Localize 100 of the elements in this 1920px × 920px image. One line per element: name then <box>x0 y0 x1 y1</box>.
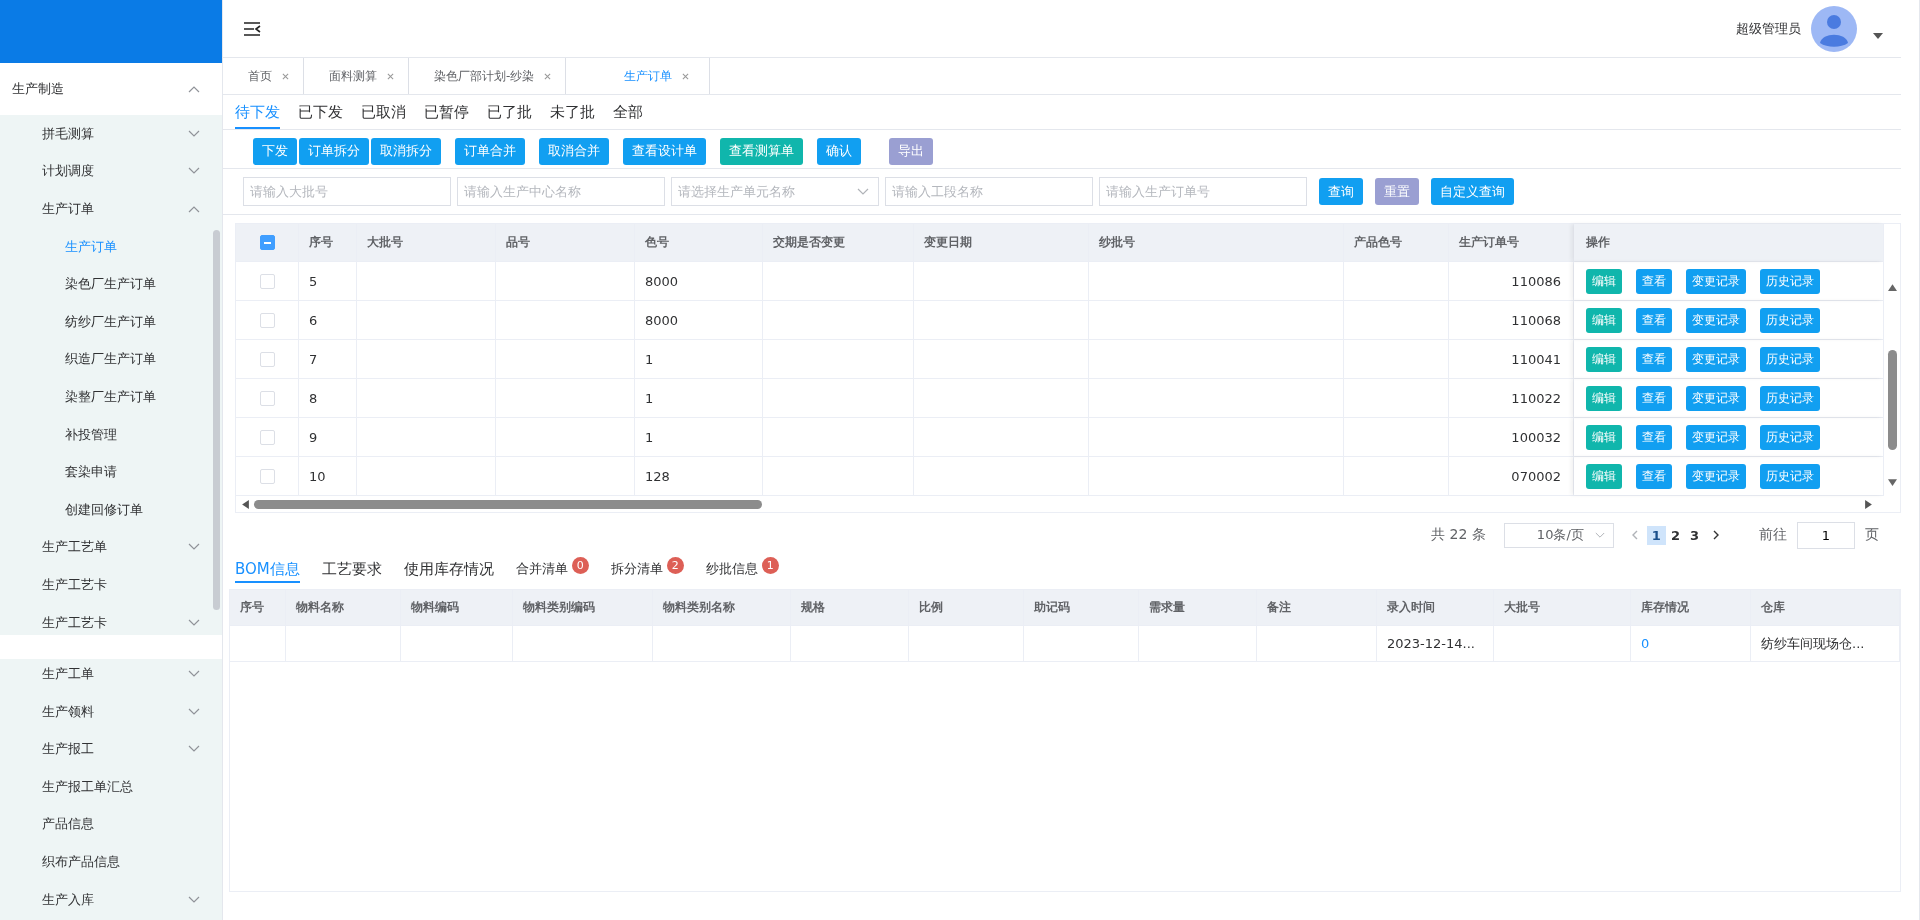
sidebar-item[interactable]: 织造厂生产订单 <box>0 340 222 379</box>
row-action-button[interactable]: 历史记录 <box>1760 385 1820 411</box>
input-field[interactable]: 请输入工段名称 <box>885 177 1093 206</box>
sidebar-item[interactable]: 纺纱厂生产订单 <box>0 302 222 341</box>
row-action-button[interactable]: 历史记录 <box>1760 268 1820 294</box>
sidebar-item[interactable]: 织布产品信息 <box>0 843 222 881</box>
row-checkbox[interactable] <box>259 468 275 484</box>
scroll-right-icon[interactable] <box>1865 499 1872 509</box>
sidebar-item[interactable]: 生产工艺卡 <box>0 603 222 642</box>
sidebar-item[interactable]: 创建回修订单 <box>0 490 222 529</box>
menu-icon[interactable] <box>243 21 261 36</box>
status-tab[interactable]: 已下发 <box>298 103 343 129</box>
filter-button[interactable]: 查询 <box>1319 178 1363 205</box>
page-number[interactable]: 2 <box>1665 525 1685 545</box>
row-action-button[interactable]: 查看 <box>1636 424 1672 450</box>
row-action-button[interactable]: 变更记录 <box>1686 268 1746 294</box>
filter-button[interactable]: 重置 <box>1375 178 1419 205</box>
row-checkbox[interactable] <box>259 429 275 445</box>
select-all-checkbox[interactable] <box>259 235 275 250</box>
close-icon[interactable] <box>282 72 289 80</box>
toolbar-button[interactable]: 查看设计单 <box>623 137 706 165</box>
close-icon[interactable] <box>544 72 552 80</box>
input-field[interactable]: 请输入大批号 <box>243 177 451 206</box>
row-action-button[interactable]: 变更记录 <box>1686 463 1746 489</box>
toolbar-button[interactable]: 导出 <box>889 137 933 165</box>
row-checkbox[interactable] <box>259 312 275 328</box>
status-tab[interactable]: 已取消 <box>361 103 406 129</box>
status-tab[interactable]: 待下发 <box>235 103 280 129</box>
scroll-down-icon[interactable] <box>1887 479 1897 486</box>
row-checkbox[interactable] <box>259 273 275 289</box>
scroll-up-icon[interactable] <box>1887 284 1897 291</box>
sidebar-item[interactable]: 生产报工 <box>0 730 222 769</box>
row-action-button[interactable]: 历史记录 <box>1760 424 1820 450</box>
row-action-button[interactable]: 编辑 <box>1586 307 1622 333</box>
scroll-left-icon[interactable] <box>242 499 249 509</box>
row-action-button[interactable]: 查看 <box>1636 307 1672 333</box>
detail-tab[interactable]: BOM信息 <box>235 559 300 583</box>
toolbar-button[interactable]: 取消合并 <box>539 137 609 165</box>
sidebar-item[interactable]: 染色厂生产订单 <box>0 265 222 303</box>
page-number[interactable]: 1 <box>1646 525 1666 545</box>
sidebar-item[interactable]: 生产工单 <box>0 655 222 693</box>
page-tab[interactable]: 生产订单 <box>566 58 711 94</box>
toolbar-button[interactable]: 查看测算单 <box>720 137 803 165</box>
page-tab[interactable]: 染色厂部计划-纱染 <box>409 58 567 94</box>
select-field[interactable]: 请选择生产单元名称 <box>671 177 879 206</box>
row-action-button[interactable]: 变更记录 <box>1686 307 1746 333</box>
avatar-icon[interactable] <box>1811 5 1857 52</box>
chevron-icon[interactable] <box>1594 531 1605 539</box>
sidebar-item[interactable]: 生产报工单汇总 <box>0 768 222 806</box>
toolbar-button[interactable]: 下发 <box>253 137 297 165</box>
toolbar-button[interactable]: 订单合并 <box>455 137 525 165</box>
row-action-button[interactable]: 查看 <box>1636 268 1672 294</box>
sidebar-item[interactable]: 生产订单 <box>0 190 222 228</box>
row-action-button[interactable]: 历史记录 <box>1760 307 1820 333</box>
scrollbar[interactable] <box>213 230 220 610</box>
status-tab[interactable]: 全部 <box>613 103 643 129</box>
row-action-button[interactable]: 编辑 <box>1586 385 1622 411</box>
row-action-button[interactable]: 编辑 <box>1586 424 1622 450</box>
sidebar-item[interactable]: 拼毛测算 <box>0 115 222 153</box>
stock-link[interactable]: 0 <box>1641 636 1650 651</box>
page-size-select[interactable]: 10条/页 <box>1503 522 1614 548</box>
row-action-button[interactable]: 编辑 <box>1586 463 1622 489</box>
status-tab[interactable]: 未了批 <box>550 103 595 129</box>
sidebar-item[interactable]: 补投管理 <box>0 415 222 454</box>
sidebar-item[interactable]: 生产订单 <box>0 227 222 266</box>
status-tab[interactable]: 已暂停 <box>424 103 469 129</box>
page-tab[interactable]: 面料测算 <box>304 58 409 94</box>
sidebar-item[interactable]: 染整厂生产订单 <box>0 378 222 416</box>
toolbar-button[interactable]: 订单拆分 <box>299 137 369 165</box>
detail-tab[interactable]: 使用库存情况 <box>403 559 494 583</box>
sidebar-group[interactable]: 生产制造 <box>0 63 222 115</box>
close-icon[interactable] <box>387 72 394 80</box>
status-tab[interactable]: 已了批 <box>487 103 532 129</box>
sidebar-item[interactable]: 产品信息 <box>0 805 222 844</box>
row-action-button[interactable]: 编辑 <box>1586 268 1622 294</box>
row-checkbox[interactable] <box>259 390 275 406</box>
row-action-button[interactable]: 查看 <box>1636 385 1672 411</box>
row-action-button[interactable]: 变更记录 <box>1686 424 1746 450</box>
previous-page-icon[interactable] <box>1631 530 1638 540</box>
row-action-button[interactable]: 编辑 <box>1586 346 1622 372</box>
scrollbar[interactable] <box>254 499 762 509</box>
sidebar-item[interactable]: 生产工艺卡 <box>0 566 222 604</box>
sidebar-item[interactable]: 套染申请 <box>0 453 222 491</box>
page-input[interactable]: 1 <box>1797 521 1855 549</box>
sidebar-item[interactable]: 生产工艺单 <box>0 528 222 567</box>
row-action-button[interactable]: 历史记录 <box>1760 463 1820 489</box>
close-icon[interactable] <box>682 72 690 80</box>
toolbar-button[interactable]: 确认 <box>817 137 861 165</box>
row-action-button[interactable]: 查看 <box>1636 346 1672 372</box>
page-number[interactable]: 3 <box>1684 525 1704 545</box>
filter-button[interactable]: 自定义查询 <box>1431 178 1514 205</box>
sidebar-item[interactable]: 计划调度 <box>0 152 222 191</box>
sidebar-item[interactable]: 生产领料 <box>0 692 222 731</box>
toolbar-button[interactable]: 取消拆分 <box>371 137 441 165</box>
next-page-icon[interactable] <box>1713 530 1719 540</box>
row-action-button[interactable]: 历史记录 <box>1760 346 1820 372</box>
scrollbar[interactable] <box>1887 350 1897 450</box>
row-action-button[interactable]: 变更记录 <box>1686 385 1746 411</box>
row-action-button[interactable]: 变更记录 <box>1686 346 1746 372</box>
detail-tab[interactable]: 工艺要求 <box>321 559 382 583</box>
